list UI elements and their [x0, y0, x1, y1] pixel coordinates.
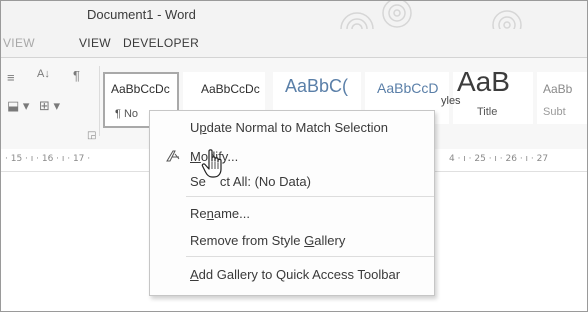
menu-item-update-normal[interactable]: Update Normal to Match Selection	[150, 115, 434, 141]
label-text: allery	[314, 233, 346, 248]
style-sample: AaBbC(	[285, 76, 349, 96]
word-window: Document1 - Word VIEW VIEW DEVELOPER ≡ A…	[0, 0, 588, 312]
style-sample: AaBbCcDc	[111, 82, 170, 96]
label-text: date Normal to Match Selection	[206, 120, 388, 135]
label-text: dd Gallery to Quick Access Toolbar	[198, 267, 401, 282]
menu-item-label: Remove from Style Gallery	[190, 233, 345, 248]
label-mnemonic: G	[304, 233, 315, 248]
ruler-left-text: · 15 · ı · 16 · ı · 17 ·	[5, 154, 91, 164]
tab-view[interactable]: VIEW	[79, 36, 111, 50]
style-sample: AaBbCcDc	[201, 82, 260, 96]
window-title: Document1 - Word	[87, 7, 196, 22]
style-context-menu: Update Normal to Match Selection Modify.…	[149, 110, 435, 296]
modify-style-icon	[164, 148, 182, 167]
style-sample: AaBbCcD	[377, 80, 439, 96]
style-sample: AaB	[457, 66, 510, 97]
pilcrow-icon[interactable]: ¶	[73, 68, 80, 83]
label-text: Remove from Style	[190, 233, 305, 248]
menu-item-label: Update Normal to Match Selection	[190, 120, 388, 135]
style-sample: AaBb	[543, 82, 573, 96]
menu-divider	[186, 196, 434, 197]
tab-developer[interactable]: DEVELOPER	[123, 36, 199, 50]
ribbon-tabs: VIEW VIEW DEVELOPER	[1, 29, 587, 57]
menu-item-label: Add Gallery to Quick Access Toolbar	[190, 267, 400, 282]
menu-item-label: Rename...	[190, 206, 250, 221]
hand-cursor-icon	[201, 149, 222, 178]
menu-item-modify[interactable]: Modify...	[150, 144, 434, 170]
style-caption: ¶ No	[115, 108, 139, 120]
sort-icon[interactable]: A↓	[37, 68, 50, 80]
ribbon-separator	[99, 66, 100, 136]
style-caption: Subt	[543, 106, 566, 118]
label-text: U	[190, 120, 200, 135]
style-subtitle[interactable]: AaBb Subt	[537, 72, 587, 124]
menu-item-select-all[interactable]: Se ct All: (No Data)	[150, 169, 434, 195]
shading-icon[interactable]: ⬓ ▾	[7, 98, 29, 114]
tab-review[interactable]: VIEW	[3, 36, 35, 50]
menu-divider	[186, 256, 434, 257]
menu-item-rename[interactable]: Rename...	[150, 201, 434, 227]
menu-item-remove-from-gallery[interactable]: Remove from Style Gallery	[150, 228, 434, 254]
list-icon[interactable]: ≡	[7, 70, 15, 85]
label-mnemonic: A	[190, 267, 199, 282]
borders-icon[interactable]: ⊞ ▾	[39, 98, 60, 114]
label-text: Re	[190, 206, 207, 221]
label-text: ame...	[213, 206, 250, 221]
label-mnemonic: M	[190, 149, 201, 164]
style-caption: Title	[477, 106, 498, 118]
label-mnemonic: p	[199, 120, 207, 135]
styles-group-label: yles	[441, 95, 461, 107]
label-mnemonic: n	[206, 206, 214, 221]
style-title[interactable]: AaB Title	[453, 66, 533, 124]
menu-item-add-gallery-to-qat[interactable]: Add Gallery to Quick Access Toolbar	[150, 262, 434, 288]
ruler-right-text: 4 · ı · 25 · ı · 26 · ı · 27	[449, 154, 549, 164]
dialog-launcher-icon[interactable]: ◲	[87, 130, 96, 141]
